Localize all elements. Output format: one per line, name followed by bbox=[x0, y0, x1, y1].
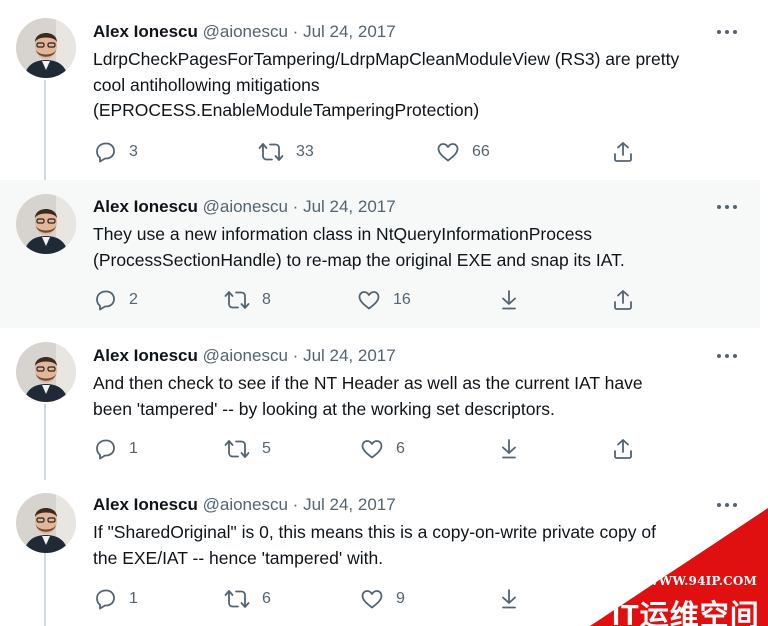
avatar[interactable] bbox=[16, 342, 76, 402]
reply-icon bbox=[96, 589, 115, 610]
reply-icon bbox=[96, 290, 115, 311]
watermark-url: WWW.94IP.COM bbox=[645, 574, 757, 588]
retweet-icon bbox=[224, 291, 250, 309]
tweet-text-line: (ProcessSectionHandle) to re-map the ori… bbox=[93, 249, 625, 270]
retweet-button[interactable]: 8 bbox=[224, 287, 271, 313]
more-icon bbox=[717, 354, 737, 358]
retweet-icon bbox=[224, 590, 250, 608]
like-icon bbox=[361, 440, 383, 459]
download-icon bbox=[502, 439, 516, 459]
tweet-text-line: been 'tampered' -- by looking at the wor… bbox=[93, 398, 555, 419]
reply-count: 3 bbox=[129, 143, 138, 160]
like-button[interactable]: 9 bbox=[360, 586, 405, 612]
separator: · bbox=[292, 346, 299, 365]
reply-count: 1 bbox=[129, 440, 138, 457]
tweet-date[interactable]: Jul 24, 2017 bbox=[303, 197, 396, 216]
author-name[interactable]: Alex Ionescu bbox=[93, 495, 198, 514]
reply-button[interactable]: 1 bbox=[93, 436, 138, 462]
download-button[interactable] bbox=[497, 287, 521, 313]
tweet-text-line: cool antihollowing mitigations bbox=[93, 74, 320, 95]
reply-button[interactable]: 1 bbox=[93, 586, 138, 612]
like-count: 9 bbox=[396, 590, 405, 607]
reply-button[interactable]: 2 bbox=[93, 287, 138, 313]
share-icon bbox=[614, 439, 632, 459]
retweet-count: 6 bbox=[262, 590, 271, 607]
download-icon bbox=[502, 589, 516, 609]
separator: · bbox=[292, 495, 299, 514]
tweet-header: Alex Ionescu @aionescu · Jul 24, 2017 bbox=[93, 494, 396, 516]
reply-icon bbox=[96, 142, 115, 163]
retweet-count: 33 bbox=[296, 143, 314, 160]
like-icon bbox=[361, 590, 383, 609]
reply-button[interactable]: 3 bbox=[93, 139, 138, 165]
tweet[interactable]: Alex Ionescu @aionescu · Jul 24, 2017 Th… bbox=[0, 180, 760, 328]
share-icon bbox=[614, 290, 632, 310]
author-name[interactable]: Alex Ionescu bbox=[93, 197, 198, 216]
more-button[interactable] bbox=[714, 348, 740, 364]
tweet-header: Alex Ionescu @aionescu · Jul 24, 2017 bbox=[93, 196, 396, 218]
author-name[interactable]: Alex Ionescu bbox=[93, 346, 198, 365]
tweet-date[interactable]: Jul 24, 2017 bbox=[303, 495, 396, 514]
tweet-text: LdrpCheckPagesForTampering/LdrpMapCleanM… bbox=[93, 47, 743, 124]
like-icon bbox=[437, 143, 459, 162]
like-button[interactable]: 6 bbox=[360, 436, 405, 462]
tweet-text-line: And then check to see if the NT Header a… bbox=[93, 373, 643, 393]
tweet-text: And then check to see if the NT Header a… bbox=[93, 371, 743, 422]
more-button[interactable] bbox=[714, 199, 740, 215]
tweet-header: Alex Ionescu @aionescu · Jul 24, 2017 bbox=[93, 345, 396, 367]
download-button[interactable] bbox=[497, 586, 521, 612]
retweet-count: 8 bbox=[262, 291, 271, 308]
author-handle[interactable]: @aionescu bbox=[203, 197, 288, 216]
tweet-text-line: LdrpCheckPagesForTampering/LdrpMapCleanM… bbox=[93, 49, 680, 69]
avatar[interactable] bbox=[16, 194, 76, 254]
author-name[interactable]: Alex Ionescu bbox=[93, 22, 198, 41]
reply-icon bbox=[96, 439, 115, 460]
retweet-button[interactable]: 6 bbox=[224, 586, 271, 612]
download-icon bbox=[502, 290, 516, 310]
reply-count: 1 bbox=[129, 590, 138, 607]
like-count: 66 bbox=[472, 143, 490, 160]
retweet-button[interactable]: 33 bbox=[258, 139, 314, 165]
tweet-text-line: (EPROCESS.EnableModuleTamperingProtectio… bbox=[93, 100, 480, 120]
tweet-text-line: They use a new information class in NtQu… bbox=[93, 224, 592, 244]
download-button[interactable] bbox=[497, 436, 521, 462]
separator: · bbox=[292, 197, 299, 216]
share-icon bbox=[614, 142, 632, 162]
like-count: 6 bbox=[396, 440, 405, 457]
tweet-date[interactable]: Jul 24, 2017 bbox=[303, 22, 396, 41]
share-button[interactable] bbox=[611, 139, 635, 165]
like-count: 16 bbox=[393, 291, 411, 308]
author-handle[interactable]: @aionescu bbox=[203, 22, 288, 41]
more-icon bbox=[717, 205, 737, 209]
avatar[interactable] bbox=[16, 493, 76, 553]
tweet[interactable]: Alex Ionescu @aionescu · Jul 24, 2017 Ld… bbox=[0, 0, 760, 180]
author-handle[interactable]: @aionescu bbox=[203, 346, 288, 365]
like-button[interactable]: 16 bbox=[357, 287, 411, 313]
more-icon bbox=[717, 30, 737, 34]
like-icon bbox=[358, 291, 380, 310]
author-handle[interactable]: @aionescu bbox=[203, 495, 288, 514]
separator: · bbox=[292, 22, 299, 41]
more-button[interactable] bbox=[714, 24, 740, 40]
watermark-title: IT运维空间 bbox=[612, 600, 760, 626]
reply-count: 2 bbox=[129, 291, 138, 308]
share-button[interactable] bbox=[611, 287, 635, 313]
like-button[interactable]: 66 bbox=[436, 139, 490, 165]
tweet-text: They use a new information class in NtQu… bbox=[93, 222, 743, 273]
tweet-header: Alex Ionescu @aionescu · Jul 24, 2017 bbox=[93, 21, 396, 43]
tweet[interactable]: Alex Ionescu @aionescu · Jul 24, 2017 An… bbox=[0, 328, 760, 480]
retweet-count: 5 bbox=[262, 440, 271, 457]
tweet-date[interactable]: Jul 24, 2017 bbox=[303, 346, 396, 365]
retweet-button[interactable]: 5 bbox=[224, 436, 271, 462]
retweet-icon bbox=[258, 143, 284, 161]
share-button[interactable] bbox=[611, 436, 635, 462]
retweet-icon bbox=[224, 440, 250, 458]
avatar[interactable] bbox=[16, 18, 76, 78]
